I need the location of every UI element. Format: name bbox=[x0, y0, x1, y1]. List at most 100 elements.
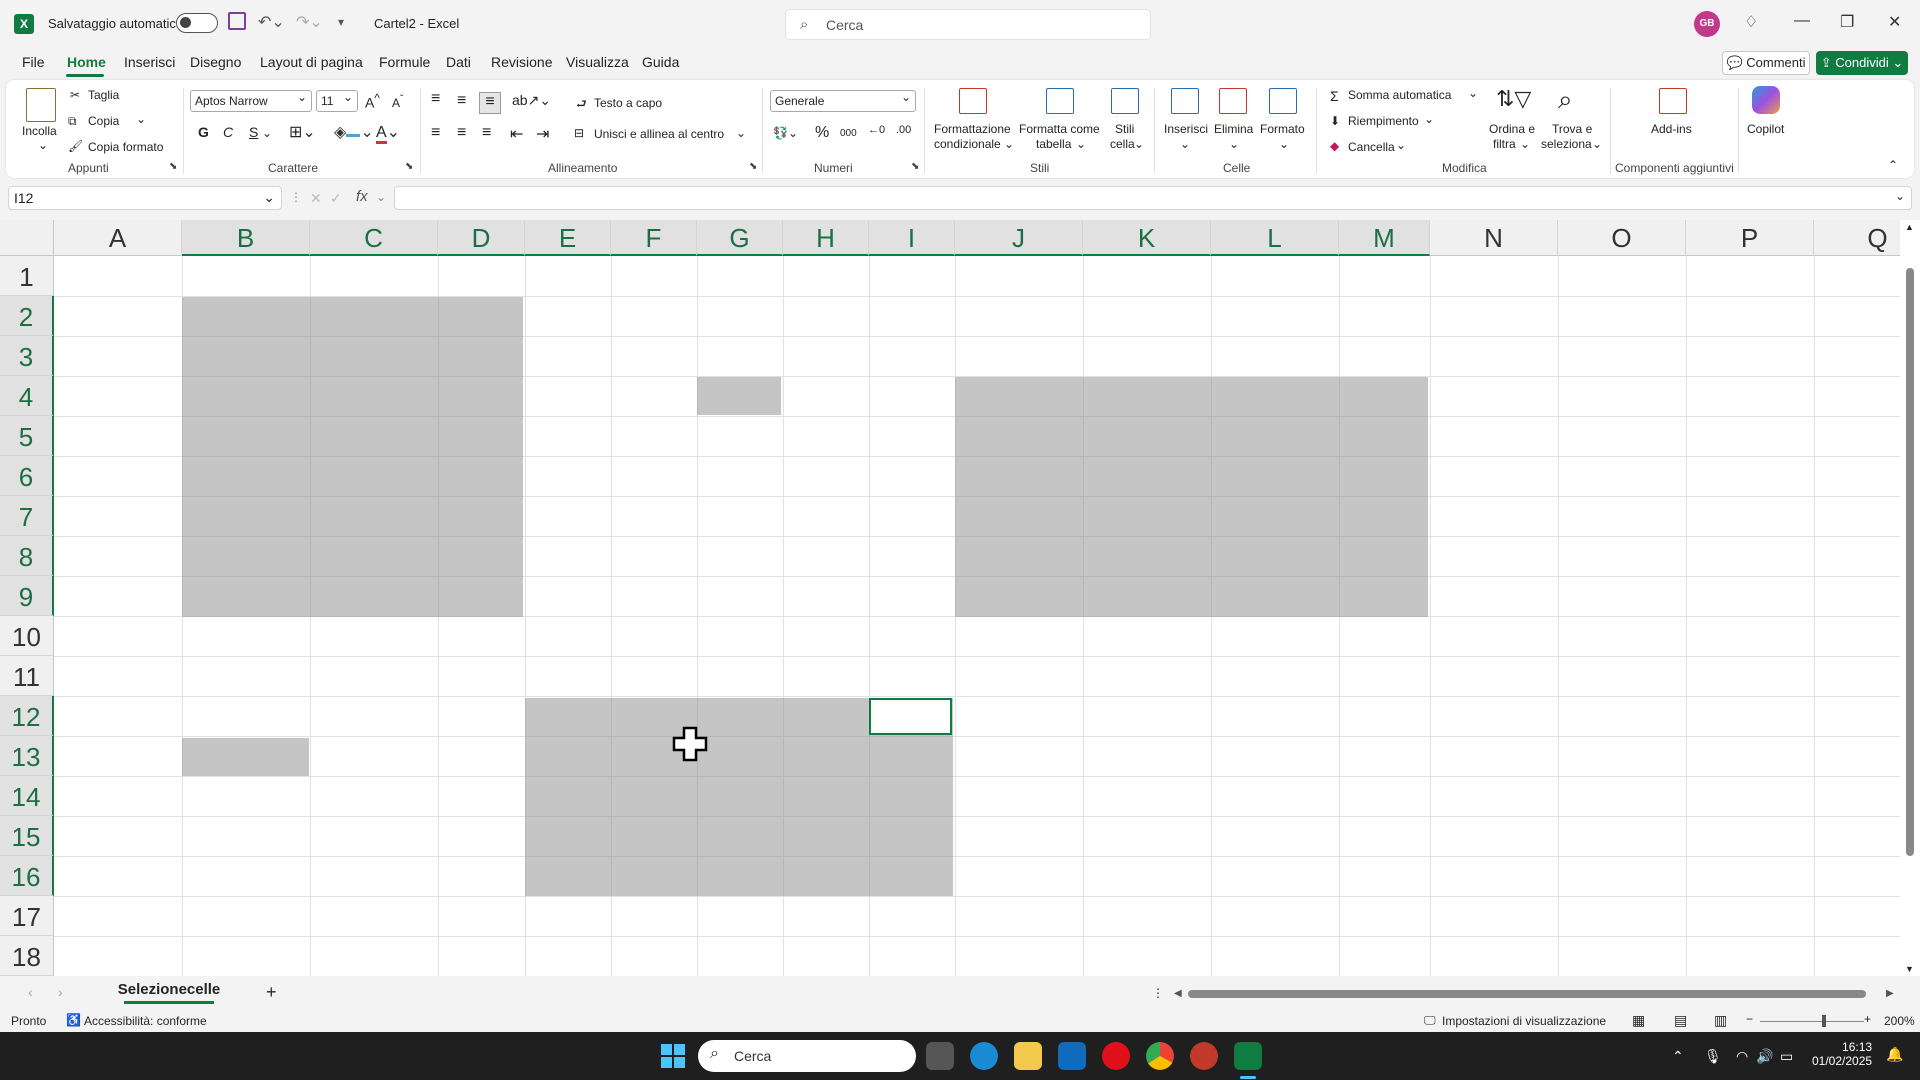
taskbar-clock[interactable]: 16:13 01/02/2025 bbox=[1812, 1040, 1872, 1068]
sheet-tab-selezionecelle[interactable]: Selezionecelle bbox=[116, 978, 222, 1004]
decrease-decimal-icon[interactable]: .00 bbox=[896, 124, 911, 136]
expand-formula-icon[interactable]: ⌄ bbox=[1895, 189, 1905, 203]
find-select-label[interactable]: Trova e bbox=[1552, 122, 1592, 136]
edge-icon[interactable] bbox=[970, 1042, 998, 1070]
font-size-combo[interactable]: 11 bbox=[316, 87, 358, 112]
format-as-table-label2[interactable]: tabella bbox=[1036, 137, 1071, 151]
column-header-e[interactable]: E bbox=[525, 220, 611, 256]
customize-qat-icon[interactable]: ▾ bbox=[338, 15, 344, 29]
confirm-entry-icon[interactable]: ✓ bbox=[330, 190, 342, 207]
align-bottom-icon[interactable]: ≡ bbox=[479, 92, 501, 114]
minimize-icon[interactable]: — bbox=[1794, 12, 1810, 30]
font-color-icon[interactable]: A⌄ bbox=[376, 122, 400, 144]
borders-icon[interactable]: ⊞⌄ bbox=[289, 122, 316, 142]
selection-j4-m9[interactable] bbox=[955, 377, 1428, 617]
column-header-a[interactable]: A bbox=[54, 220, 182, 256]
horizontal-scroll-thumb[interactable] bbox=[1188, 990, 1866, 998]
increase-font-icon[interactable]: A^ bbox=[365, 92, 380, 111]
paste-button[interactable]: Incolla bbox=[22, 124, 57, 138]
opera-icon[interactable] bbox=[1102, 1042, 1130, 1070]
comma-style-icon[interactable]: 000 bbox=[840, 128, 857, 139]
row-header-12[interactable]: 12 bbox=[0, 696, 54, 736]
worksheet-grid[interactable]: ABCDEFGHIJKLMNOPQ 1 2 3 4 5 6 7 8 9 10 11 12 13 14 15 1… bbox=[0, 220, 1920, 976]
row-header-9[interactable]: 9 bbox=[0, 576, 54, 616]
increase-indent-icon[interactable]: ⇥ bbox=[536, 124, 549, 144]
conditional-formatting-label[interactable]: Formattazione bbox=[934, 122, 1011, 136]
row-header-13[interactable]: 13 bbox=[0, 736, 54, 776]
tab-page-layout[interactable]: Layout di pagina bbox=[260, 54, 363, 70]
page-break-view-icon[interactable]: ▥ bbox=[1714, 1012, 1727, 1029]
align-center-icon[interactable]: ≡ bbox=[457, 124, 466, 142]
zoom-in-icon[interactable]: + bbox=[1864, 1012, 1871, 1026]
restore-icon[interactable]: ❐ bbox=[1840, 12, 1854, 32]
row-header-5[interactable]: 5 bbox=[0, 416, 54, 456]
tab-view[interactable]: Visualizza bbox=[566, 54, 629, 70]
zoom-slider[interactable] bbox=[1760, 1021, 1864, 1022]
add-sheet-button[interactable]: + bbox=[266, 982, 277, 1003]
row-header-4[interactable]: 4 bbox=[0, 376, 54, 416]
percent-icon[interactable]: % bbox=[815, 124, 829, 142]
column-header-k[interactable]: K bbox=[1083, 220, 1211, 256]
undo-icon[interactable]: ↶⌄ bbox=[258, 12, 285, 32]
font-name-combo[interactable]: Aptos Narrow bbox=[190, 87, 312, 112]
clear-button[interactable]: Cancella bbox=[1348, 140, 1395, 154]
row-header-10[interactable]: 10 bbox=[0, 616, 54, 656]
paste-icon[interactable] bbox=[26, 88, 56, 122]
top-search-box[interactable]: ⌕ Cerca bbox=[785, 9, 1151, 40]
tab-data[interactable]: Dati bbox=[446, 54, 471, 70]
notifications-icon[interactable]: 🔔 bbox=[1886, 1046, 1903, 1063]
row-header-16[interactable]: 16 bbox=[0, 856, 54, 896]
sort-filter-label2[interactable]: filtra bbox=[1493, 137, 1516, 151]
font-launcher-icon[interactable]: ⬊ bbox=[405, 161, 413, 172]
accounting-icon[interactable]: 💱⌄ bbox=[773, 126, 798, 140]
vertical-scroll-thumb[interactable] bbox=[1906, 268, 1914, 856]
align-right-icon[interactable]: ≡ bbox=[482, 124, 491, 142]
column-header-j[interactable]: J bbox=[955, 220, 1083, 256]
align-top-icon[interactable]: ≡ bbox=[431, 90, 440, 108]
bold-button[interactable]: G bbox=[198, 124, 209, 140]
more-options-icon[interactable]: ⋮ bbox=[290, 190, 302, 204]
normal-view-icon[interactable]: ▦ bbox=[1632, 1012, 1645, 1029]
column-header-h[interactable]: H bbox=[783, 220, 869, 256]
row-header-17[interactable]: 17 bbox=[0, 896, 54, 936]
format-cells-button[interactable]: Formato bbox=[1260, 122, 1305, 136]
column-header-o[interactable]: O bbox=[1558, 220, 1686, 256]
delete-cells-button[interactable]: Elimina bbox=[1214, 122, 1253, 136]
tab-formulas[interactable]: Formule bbox=[379, 54, 430, 70]
increase-decimal-icon[interactable]: ←0 bbox=[868, 124, 885, 136]
row-header-18[interactable]: 18 bbox=[0, 936, 54, 976]
column-header-i[interactable]: I bbox=[869, 220, 955, 256]
conditional-formatting-label2[interactable]: condizionale bbox=[934, 137, 1001, 151]
column-header-m[interactable]: M bbox=[1339, 220, 1430, 256]
prev-sheet-icon[interactable]: ‹ bbox=[28, 984, 33, 1000]
underline-button[interactable]: S bbox=[249, 124, 258, 140]
volume-icon[interactable]: 🔊 bbox=[1756, 1048, 1773, 1065]
active-cell-i12[interactable] bbox=[869, 698, 952, 735]
column-header-l[interactable]: L bbox=[1211, 220, 1339, 256]
next-sheet-icon[interactable]: › bbox=[58, 984, 63, 1000]
outlook-icon[interactable] bbox=[1058, 1042, 1086, 1070]
cell-styles-label2[interactable]: cella bbox=[1110, 137, 1135, 151]
save-icon[interactable] bbox=[228, 12, 246, 30]
column-header-b[interactable]: B bbox=[182, 220, 310, 256]
scroll-up-icon[interactable]: ▲ bbox=[1905, 222, 1914, 232]
row-header-7[interactable]: 7 bbox=[0, 496, 54, 536]
orientation-icon[interactable]: ab↗⌄ bbox=[512, 92, 551, 109]
battery-icon[interactable]: ▭ bbox=[1780, 1048, 1793, 1065]
select-all-corner[interactable] bbox=[0, 220, 54, 256]
windows-start-icon[interactable] bbox=[661, 1044, 685, 1068]
avatar[interactable]: GB bbox=[1694, 11, 1720, 37]
selection-b2-d9[interactable] bbox=[182, 297, 523, 617]
row-header-8[interactable]: 8 bbox=[0, 536, 54, 576]
addins-button[interactable]: Add-ins bbox=[1651, 122, 1692, 136]
zoom-out-icon[interactable]: − bbox=[1746, 1012, 1753, 1026]
row-header-11[interactable]: 11 bbox=[0, 656, 54, 696]
taskbar-search[interactable]: ⌕ Cerca bbox=[698, 1040, 916, 1072]
alignment-launcher-icon[interactable]: ⬊ bbox=[749, 161, 757, 172]
column-header-c[interactable]: C bbox=[310, 220, 438, 256]
excel-taskbar-icon[interactable] bbox=[1234, 1042, 1262, 1070]
italic-button[interactable]: C bbox=[223, 124, 233, 140]
column-header-p[interactable]: P bbox=[1686, 220, 1814, 256]
cell-styles-label[interactable]: Stili bbox=[1115, 122, 1134, 136]
row-header-1[interactable]: 1 bbox=[0, 256, 54, 296]
